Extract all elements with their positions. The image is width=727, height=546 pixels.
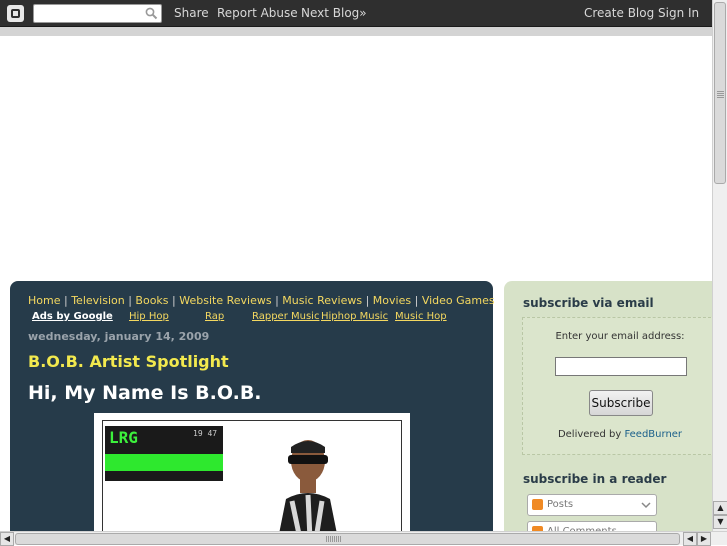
scroll-left-end-icon[interactable]: ◀ — [683, 532, 697, 546]
ad-link-music-hop[interactable]: Music Hop — [395, 311, 447, 322]
email-label: Enter your email address: — [555, 331, 685, 342]
rss-icon — [532, 499, 543, 510]
subscribe-email-title: subscribe via email — [523, 296, 654, 310]
post-image[interactable]: LRG 19 47 — [94, 413, 410, 533]
delivered-by-text: Delivered by FeedBurner — [523, 429, 717, 440]
blogger-logo-icon[interactable] — [7, 5, 24, 22]
nav-television[interactable]: Television — [71, 294, 125, 307]
sidebar: subscribe via email Enter your email add… — [504, 281, 716, 543]
nav-separator: | — [275, 294, 279, 307]
nav-movies[interactable]: Movies — [373, 294, 411, 307]
scroll-down-icon[interactable]: ▼ — [713, 515, 727, 529]
post-title-link[interactable]: B.O.B. Artist Spotlight — [28, 352, 229, 371]
scroll-left-icon[interactable]: ◀ — [0, 532, 14, 546]
feedburner-link[interactable]: FeedBurner — [624, 429, 682, 440]
blog-search-input[interactable] — [33, 4, 162, 23]
nav-video-games[interactable]: Video Games — [422, 294, 495, 307]
nav-separator: | — [414, 294, 419, 307]
email-subscribe-box: Enter your email address: Subscribe Deli… — [522, 317, 716, 455]
post-heading: Hi, My Name Is B.O.B. — [28, 382, 262, 404]
ad-link-hiphop-music[interactable]: Hiphop Music — [321, 311, 388, 322]
nav-separator: | — [63, 294, 68, 307]
nav-home[interactable]: Home — [28, 294, 60, 307]
nav-separator: | — [172, 294, 176, 307]
nav-books[interactable]: Books — [135, 294, 168, 307]
main-content-panel: Home | Television | Books | Website Revi… — [10, 281, 495, 533]
top-navigation: Home | Television | Books | Website Revi… — [28, 294, 495, 307]
nav-music-reviews[interactable]: Music Reviews — [282, 294, 362, 307]
share-link[interactable]: Share — [174, 6, 209, 20]
lrg-number: 19 47 — [193, 429, 218, 438]
ad-link-rap[interactable]: Rap — [205, 311, 224, 322]
chevron-down-icon — [641, 502, 651, 509]
reader-posts-select[interactable]: Posts — [527, 494, 657, 516]
scroll-up-icon[interactable]: ▲ — [713, 501, 727, 515]
ad-link-hip-hop[interactable]: Hip Hop — [129, 311, 169, 322]
next-blog-link[interactable]: Next Blog» — [301, 6, 367, 20]
scroll-right-icon[interactable]: ▶ — [697, 532, 711, 546]
lrg-green-band — [105, 454, 223, 471]
header-strip — [0, 27, 712, 36]
email-input[interactable] — [555, 357, 687, 376]
image-frame: LRG 19 47 — [102, 420, 402, 533]
vertical-scroll-thumb[interactable] — [714, 2, 726, 184]
subscribe-reader-title: subscribe in a reader — [523, 472, 667, 486]
artist-photo-icon — [279, 440, 337, 533]
search-icon[interactable] — [145, 7, 158, 20]
post-date: wednesday, january 14, 2009 — [28, 330, 210, 343]
create-blog-link[interactable]: Create Blog — [584, 6, 654, 20]
delivered-by-label: Delivered by — [557, 429, 622, 440]
horizontal-scrollbar[interactable]: ◀ ◀ ▶ — [0, 531, 727, 546]
lrg-banner: LRG 19 47 — [105, 426, 223, 481]
ad-link-rapper-music[interactable]: Rapper Music — [252, 311, 319, 322]
report-abuse-link[interactable]: Report Abuse — [217, 6, 298, 20]
nav-separator: | — [365, 294, 370, 307]
horizontal-scroll-thumb[interactable] — [15, 533, 680, 545]
sign-in-link[interactable]: Sign In — [658, 6, 699, 20]
nav-separator: | — [128, 294, 132, 307]
google-ads-row: Ads by Google Hip Hop Rap Rapper Music H… — [32, 311, 447, 322]
lrg-logo-text: LRG — [109, 428, 138, 447]
ads-by-google-link[interactable]: Ads by Google — [32, 311, 113, 322]
blogger-navbar: Share Report Abuse Next Blog» Create Blo… — [0, 0, 727, 27]
subscribe-button[interactable]: Subscribe — [589, 390, 653, 416]
reader-posts-label: Posts — [547, 499, 574, 510]
nav-website-reviews[interactable]: Website Reviews — [179, 294, 271, 307]
vertical-scrollbar[interactable]: ▲ ▼ — [712, 0, 727, 531]
